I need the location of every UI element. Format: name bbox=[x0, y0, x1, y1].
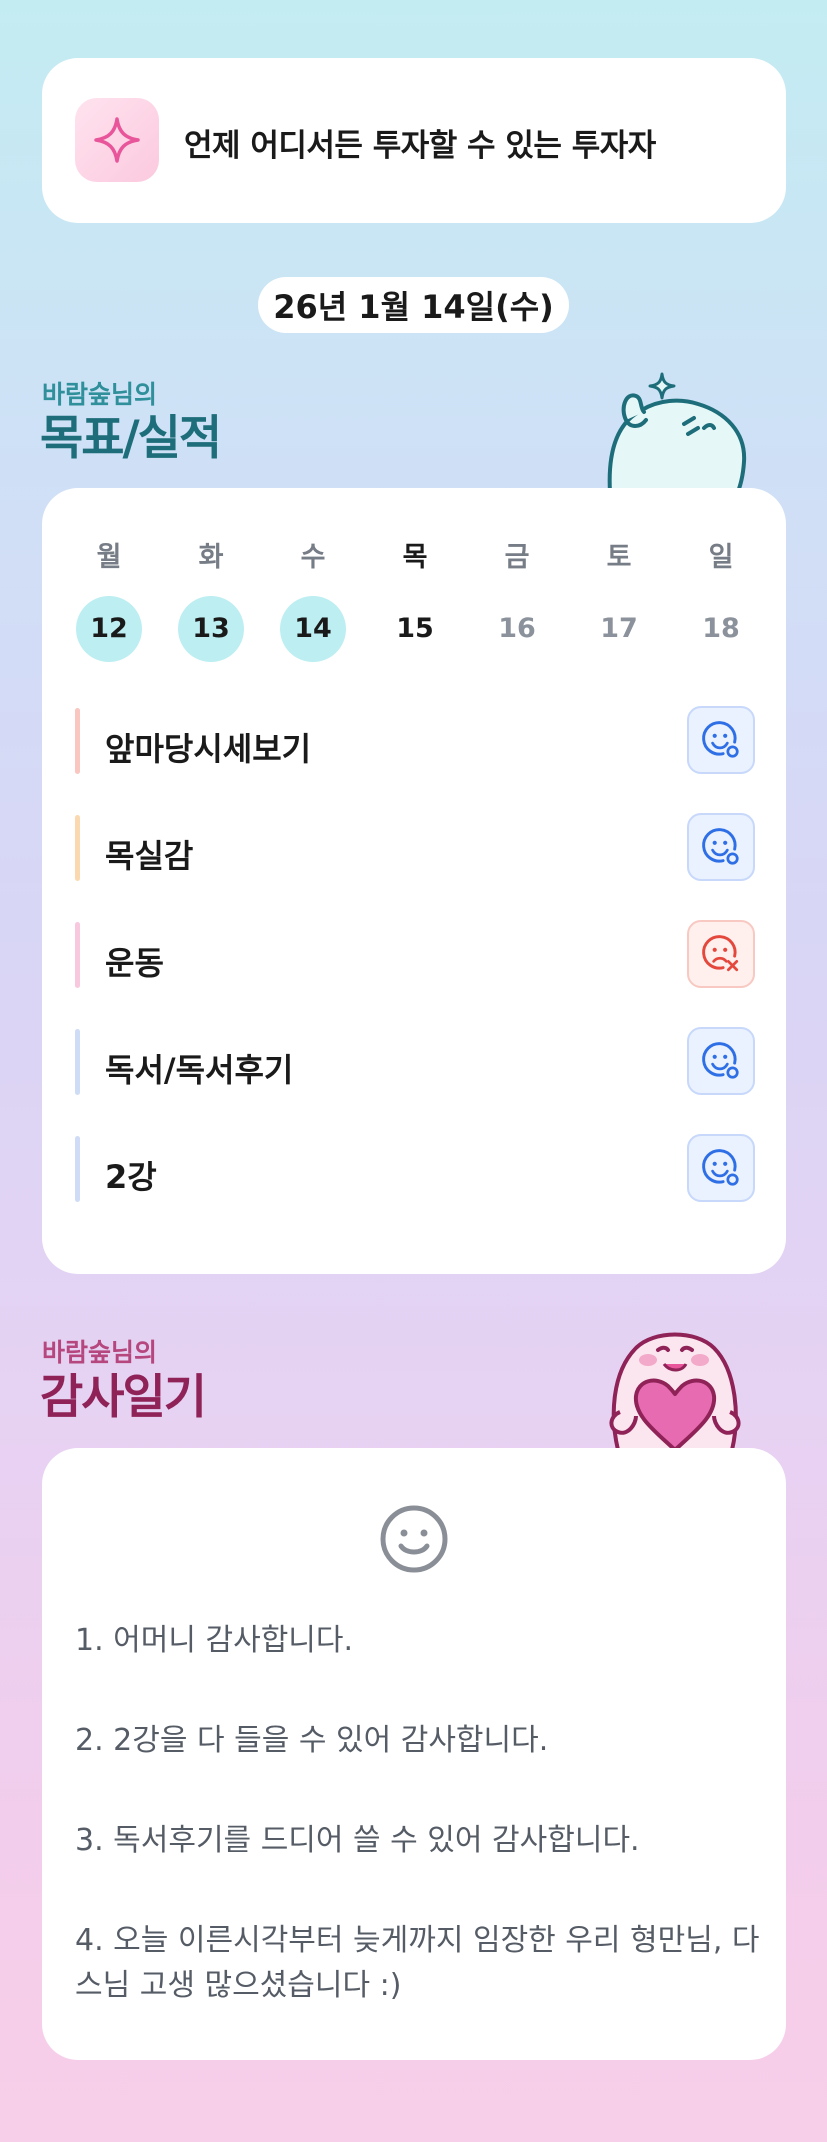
goal-achieved-face-icon[interactable] bbox=[687, 706, 755, 774]
goal-failed-face-icon[interactable] bbox=[687, 920, 755, 988]
calendar-date-number: 15 bbox=[396, 613, 434, 644]
goal-item[interactable]: 2강 bbox=[75, 1134, 755, 1204]
calendar-date-number: 16 bbox=[498, 613, 536, 644]
goal-label: 2강 bbox=[105, 1158, 157, 1196]
goal-color-bar bbox=[75, 1136, 80, 1202]
goal-item[interactable]: 목실감 bbox=[75, 813, 755, 883]
calendar-weekday-label: 화 bbox=[198, 542, 224, 573]
calendar-date-number: 14 bbox=[280, 596, 346, 662]
goal-achieved-face-icon[interactable] bbox=[687, 1134, 755, 1202]
goal-color-bar bbox=[75, 708, 80, 774]
goal-item[interactable]: 앞마당시세보기 bbox=[75, 706, 755, 776]
calendar-day[interactable]: 월 12 bbox=[74, 538, 144, 662]
calendar-weekday-label: 일 bbox=[708, 542, 734, 573]
calendar-day[interactable]: 목 15 bbox=[380, 538, 450, 662]
goal-color-bar bbox=[75, 815, 80, 881]
goal-label: 목실감 bbox=[105, 837, 194, 875]
goals-title: 목표/실적 bbox=[40, 411, 222, 466]
sparkle-icon bbox=[75, 98, 159, 182]
goals-card: 월 12 화 13 수 14 목 15 금 16 토 17 일 18 앞마당시세보기목실감운동독서/독서후… bbox=[42, 488, 786, 1274]
goal-label: 앞마당시세보기 bbox=[105, 730, 312, 768]
goal-color-bar bbox=[75, 922, 80, 988]
calendar-weekday-label: 목 bbox=[402, 542, 428, 573]
goal-item[interactable]: 독서/독서후기 bbox=[75, 1027, 755, 1097]
gratitude-entry: 4. 오늘 이른시각부터 늦게까지 임장한 우리 형만님, 다스님 고생 많으셨… bbox=[75, 1923, 760, 2003]
mascot-thumbs-up-illustration bbox=[607, 372, 747, 492]
calendar-day[interactable]: 일 18 bbox=[686, 538, 756, 662]
gratitude-entry: 2. 2강을 다 들을 수 있어 감사합니다. bbox=[75, 1723, 549, 1758]
calendar-weekday-label: 금 bbox=[504, 542, 530, 573]
goal-item[interactable]: 운동 bbox=[75, 920, 755, 990]
date-pill[interactable]: 26년 1월 14일(수) bbox=[258, 277, 569, 333]
calendar-day[interactable]: 수 14 bbox=[278, 538, 348, 662]
gratitude-title: 감사일기 bbox=[40, 1370, 207, 1425]
motto-banner: 언제 어디서든 투자할 수 있는 투자자 bbox=[42, 58, 786, 223]
motto-text: 언제 어디서든 투자할 수 있는 투자자 bbox=[184, 128, 656, 164]
calendar-weekday-label: 월 bbox=[96, 542, 122, 573]
gratitude-entry: 3. 독서후기를 드디어 쓸 수 있어 감사합니다. bbox=[75, 1823, 640, 1858]
calendar-day[interactable]: 금 16 bbox=[482, 538, 552, 662]
calendar-date-number: 12 bbox=[76, 596, 142, 662]
calendar-date-number: 13 bbox=[178, 596, 244, 662]
gratitude-entry: 1. 어머니 감사합니다. bbox=[75, 1623, 354, 1658]
mascot-heart-illustration bbox=[609, 1332, 741, 1450]
calendar-day[interactable]: 토 17 bbox=[584, 538, 654, 662]
goal-color-bar bbox=[75, 1029, 80, 1095]
calendar-weekday-label: 수 bbox=[300, 542, 326, 573]
smile-face-icon bbox=[380, 1505, 448, 1573]
calendar-date-number: 18 bbox=[702, 613, 740, 644]
calendar-weekday-label: 토 bbox=[606, 542, 632, 573]
week-calendar: 월 12 화 13 수 14 목 15 금 16 토 17 일 18 bbox=[42, 488, 786, 688]
gratitude-card: 1. 어머니 감사합니다. 2. 2강을 다 들을 수 있어 감사합니다. 3. 독… bbox=[42, 1448, 786, 2060]
goal-label: 독서/독서후기 bbox=[105, 1051, 294, 1089]
goal-achieved-face-icon[interactable] bbox=[687, 1027, 755, 1095]
calendar-date-number: 17 bbox=[600, 613, 638, 644]
goal-label: 운동 bbox=[105, 944, 164, 982]
goal-achieved-face-icon[interactable] bbox=[687, 813, 755, 881]
calendar-day[interactable]: 화 13 bbox=[176, 538, 246, 662]
